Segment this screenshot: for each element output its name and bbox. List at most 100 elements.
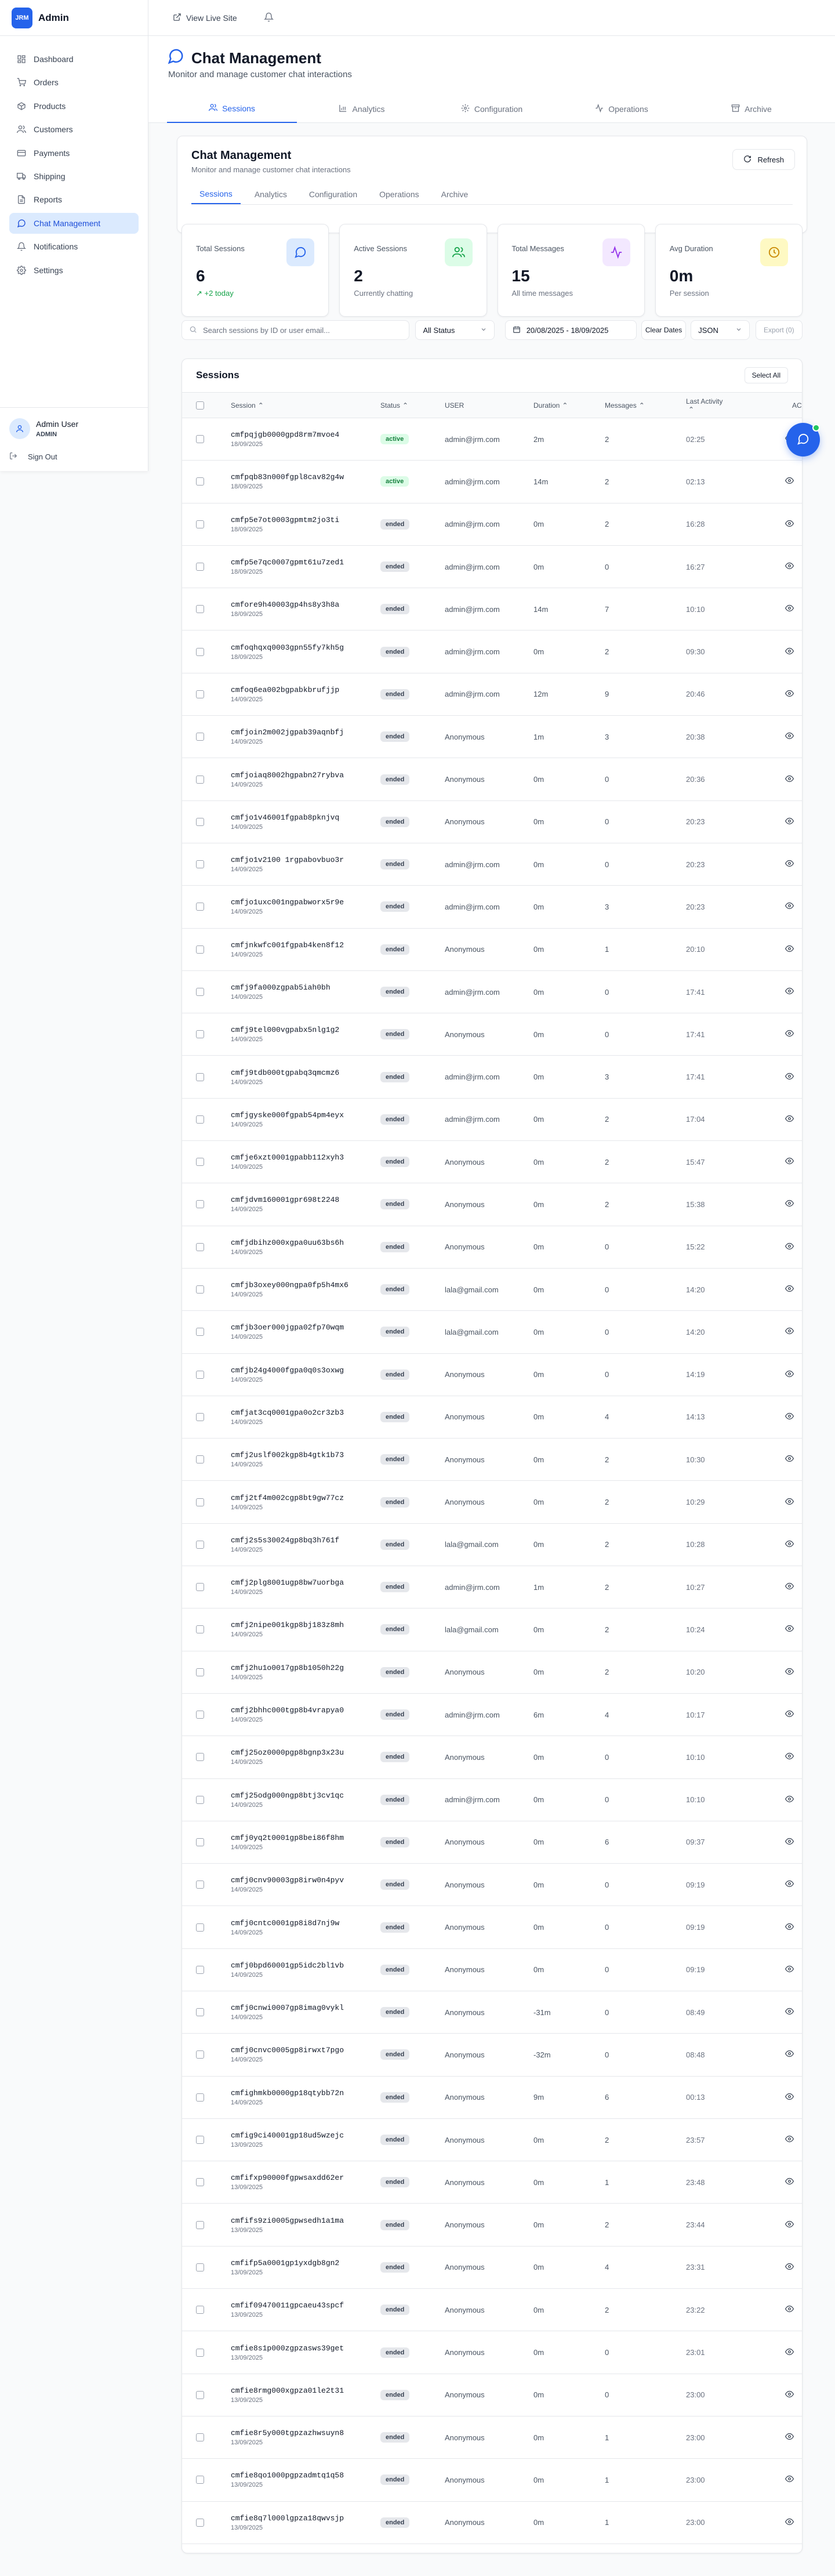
table-row[interactable]: cmfj25oz0000pgp8bgnp3x23u 14/09/2025 ended… <box>182 1736 802 1779</box>
view-button[interactable] <box>785 1949 794 1991</box>
view-button[interactable] <box>785 758 794 800</box>
row-checkbox[interactable] <box>196 1566 204 1608</box>
table-row[interactable]: cmfjo1uxc001ngpabworx5r9e 14/09/2025 ended… <box>182 886 802 929</box>
column-messages[interactable]: Messages ⌃ <box>605 393 645 418</box>
row-checkbox[interactable] <box>196 2077 204 2118</box>
sidebar-item-dashboard[interactable]: Dashboard <box>9 49 139 70</box>
sidebar-item-chat-management[interactable]: Chat Management <box>9 212 139 234</box>
view-button[interactable] <box>785 1821 794 1863</box>
row-checkbox[interactable] <box>196 2034 204 2075</box>
status-select[interactable]: All Status <box>415 320 495 340</box>
view-button[interactable] <box>785 1779 794 1821</box>
row-checkbox[interactable] <box>196 673 204 715</box>
row-checkbox[interactable] <box>196 588 204 630</box>
select-all-button[interactable]: Select All <box>744 367 788 383</box>
row-checkbox[interactable] <box>196 1694 204 1736</box>
table-row[interactable]: cmfjb3oxey000ngpa0fp5h4mx6 14/09/2025 ende… <box>182 1269 802 1311</box>
row-checkbox[interactable] <box>196 801 204 843</box>
table-row[interactable]: cmfj2plg8001ugp8bw7uorbga 14/09/2025 ended… <box>182 1566 802 1609</box>
tab-operations[interactable]: Operations <box>557 95 687 123</box>
inner-tab-operations[interactable]: Operations <box>371 184 427 204</box>
table-row[interactable]: cmfifs9zi0005gpwsedh1a1ma 13/09/2025 ended… <box>182 2204 802 2247</box>
table-row[interactable]: cmfj2uslf002kgp8b4gtk1b73 14/09/2025 ended… <box>182 1439 802 1481</box>
table-row[interactable]: cmfoq6ea002bgpabkbrufjjp 14/09/2025 ended a… <box>182 673 802 716</box>
row-checkbox[interactable] <box>196 461 204 502</box>
row-checkbox[interactable] <box>196 929 204 970</box>
table-row[interactable]: cmfie8s1p000zgpzasws39get 13/09/2025 ended… <box>182 2331 802 2374</box>
view-button[interactable] <box>785 1269 794 1310</box>
view-button[interactable] <box>785 2459 794 2501</box>
view-button[interactable] <box>785 1991 794 2033</box>
sidebar-item-settings[interactable]: Settings <box>9 260 139 281</box>
row-checkbox[interactable] <box>196 2459 204 2501</box>
table-row[interactable]: cmfpqjgb0000gpd8rm7mvoe4 18/09/2025 active… <box>182 418 802 461</box>
table-row[interactable]: cmfpqb83n000fgpl8cav82g4w 18/09/2025 activ… <box>182 461 802 503</box>
row-checkbox[interactable] <box>196 1651 204 1693</box>
tab-sessions[interactable]: Sessions <box>167 95 297 123</box>
table-row[interactable]: cmfjb24g4000fgpa0q0s3oxwg 14/09/2025 ended… <box>182 1354 802 1396</box>
sign-out-button[interactable]: Sign Out <box>9 452 139 462</box>
row-checkbox[interactable] <box>196 2289 204 2331</box>
view-button[interactable] <box>785 1694 794 1736</box>
view-button[interactable] <box>785 886 794 927</box>
view-button[interactable] <box>785 1056 794 1097</box>
table-row[interactable]: cmfje6xzt0001gpabb112xyh3 14/09/2025 ended… <box>182 1141 802 1184</box>
table-row[interactable]: cmfjdvm160001gpr698t2248 14/09/2025 ended A… <box>182 1183 802 1226</box>
row-checkbox[interactable] <box>196 1226 204 1268</box>
table-row[interactable]: cmfig9ci40001gp18ud5wzejc 13/09/2025 ended… <box>182 2119 802 2162</box>
view-button[interactable] <box>785 1226 794 1268</box>
view-button[interactable] <box>785 631 794 672</box>
date-range-picker[interactable]: 20/08/2025 - 18/09/2025 <box>504 320 637 340</box>
view-button[interactable] <box>785 1651 794 1693</box>
row-checkbox[interactable] <box>196 2331 204 2373</box>
row-checkbox[interactable] <box>196 2502 204 2544</box>
view-button[interactable] <box>785 1311 794 1353</box>
view-button[interactable] <box>785 1439 794 1480</box>
column-session[interactable]: Session ⌃ <box>231 393 264 418</box>
view-button[interactable] <box>785 2374 794 2416</box>
row-checkbox[interactable] <box>196 758 204 800</box>
row-checkbox[interactable] <box>196 1524 204 1566</box>
table-row[interactable]: cmfie8q7l000lgpza18qwvsjp 13/09/2025 ended… <box>182 2502 802 2544</box>
view-button[interactable] <box>785 1608 794 1650</box>
sidebar-item-reports[interactable]: Reports <box>9 189 139 210</box>
view-button[interactable] <box>785 2247 794 2288</box>
sidebar-item-payments[interactable]: Payments <box>9 143 139 164</box>
row-checkbox[interactable] <box>196 1949 204 1991</box>
row-checkbox[interactable] <box>196 503 204 545</box>
table-row[interactable]: cmfj0cnwi0007gp8imag0vykl 14/09/2025 ended… <box>182 1991 802 2034</box>
row-checkbox[interactable] <box>196 1481 204 1523</box>
table-row[interactable]: cmfjgyske000fgpab54pm4eyx 14/09/2025 ended… <box>182 1099 802 1142</box>
view-button[interactable] <box>785 929 794 970</box>
table-row[interactable]: cmfj2bhhc000tgp8b4vrapya0 14/09/2025 ended… <box>182 1694 802 1737</box>
row-checkbox[interactable] <box>196 2119 204 2161</box>
view-button[interactable] <box>785 971 794 1013</box>
row-checkbox[interactable] <box>196 886 204 927</box>
sidebar-item-notifications[interactable]: Notifications <box>9 236 139 257</box>
view-button[interactable] <box>785 1354 794 1396</box>
table-row[interactable]: cmfj2nipe001kgp8bj183z8mh 14/09/2025 ended… <box>182 1608 802 1651</box>
table-row[interactable]: cmfighmkb0000gp18qtybb72n 14/09/2025 ended… <box>182 2077 802 2119</box>
table-row[interactable]: cmfj9tdb000tgpabq3qmcmz6 14/09/2025 ended a… <box>182 1056 802 1099</box>
table-row[interactable]: cmfjo1v46001fgpab8pknjvq 14/09/2025 ended A… <box>182 801 802 843</box>
tab-analytics[interactable]: Analytics <box>297 95 427 123</box>
view-button[interactable] <box>785 2289 794 2331</box>
row-checkbox[interactable] <box>196 1864 204 1905</box>
table-row[interactable]: cmfj0cnv90003gp8irw0n4pyv 14/09/2025 ended… <box>182 1864 802 1907</box>
table-row[interactable]: cmfj0cntc0001gp8i8d7nj9w 14/09/2025 ended A… <box>182 1906 802 1949</box>
row-checkbox[interactable] <box>196 1396 204 1438</box>
tab-archive[interactable]: Archive <box>687 95 816 123</box>
row-checkbox[interactable] <box>196 971 204 1013</box>
bell-icon[interactable] <box>263 12 274 24</box>
row-checkbox[interactable] <box>196 546 204 588</box>
row-checkbox[interactable] <box>196 2247 204 2288</box>
sidebar-item-customers[interactable]: Customers <box>9 119 139 140</box>
table-row[interactable]: cmfj0cnvc0005gp8irwxt7pgo 14/09/2025 ended… <box>182 2034 802 2077</box>
format-select[interactable]: JSON <box>691 320 750 340</box>
table-row[interactable]: cmfjo1v2100 1rgpabovbuo3r 14/09/2025 ended… <box>182 843 802 886</box>
table-row[interactable]: cmfj9tel000vgpabx5nlg1g2 14/09/2025 ended A… <box>182 1013 802 1056</box>
table-row[interactable]: cmfj2hu1o0017gp8b1050h22g 14/09/2025 ended… <box>182 1651 802 1694</box>
view-button[interactable] <box>785 2416 794 2458</box>
table-row[interactable]: cmfj0bpd60001gp5idc2bl1vb 14/09/2025 ended… <box>182 1949 802 1991</box>
export-button[interactable]: Export (0) <box>755 320 803 340</box>
